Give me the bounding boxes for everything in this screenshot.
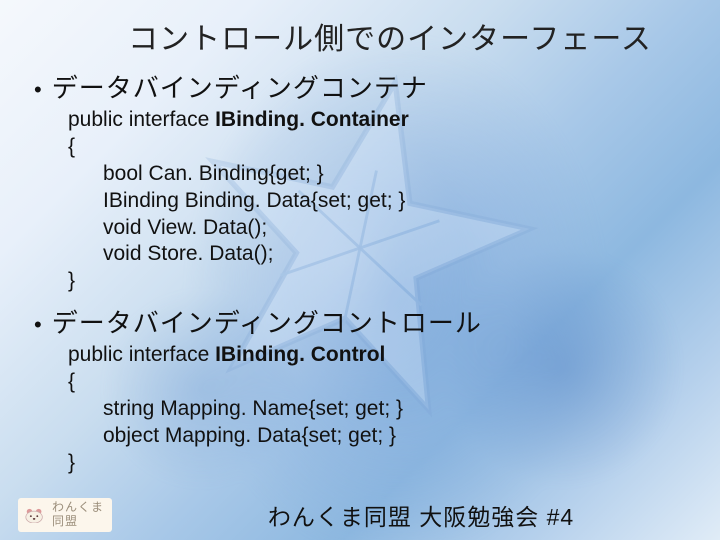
code-block: public interface IBinding. Container { b… <box>68 107 680 295</box>
logo-line-1: わんくま <box>52 500 104 514</box>
list-item: • データバインディングコンテナ public interface IBindi… <box>40 68 680 295</box>
code-line: object Mapping. Data{set; get; } <box>68 424 396 447</box>
bullet-list: • データバインディングコンテナ public interface IBindi… <box>40 68 680 477</box>
slide-footer: わんくま 同盟 わんくま同盟 大阪勉強会 #4 <box>0 498 720 532</box>
code-line: IBinding Binding. Data{set; get; } <box>68 189 405 212</box>
bullet-heading: データバインディングコントロール <box>52 303 482 340</box>
bear-icon <box>24 507 46 523</box>
bullet-marker: • <box>34 314 42 336</box>
list-item: • データバインディングコントロール public interface IBin… <box>40 303 680 476</box>
code-line: { <box>68 370 75 393</box>
code-keyword: public interface <box>68 108 215 131</box>
slide-title: コントロール側でのインターフェース <box>100 14 680 58</box>
code-line: } <box>68 451 75 474</box>
code-line: bool Can. Binding{get; } <box>68 162 324 185</box>
footer-event-title: わんくま同盟 大阪勉強会 #4 <box>152 498 690 532</box>
code-interface-name: IBinding. Control <box>215 343 385 366</box>
code-interface-name: IBinding. Container <box>215 108 409 131</box>
code-line: } <box>68 269 75 292</box>
code-block: public interface IBinding. Control { str… <box>68 342 680 476</box>
code-keyword: public interface <box>68 343 215 366</box>
code-line: void View. Data(); <box>68 216 267 239</box>
code-line: void Store. Data(); <box>68 242 273 265</box>
logo-text: わんくま 同盟 <box>52 501 104 529</box>
code-line: { <box>68 135 75 158</box>
bullet-heading: データバインディングコンテナ <box>52 68 428 105</box>
code-line: string Mapping. Name{set; get; } <box>68 397 403 420</box>
logo-badge: わんくま 同盟 <box>18 498 112 532</box>
logo-line-2: 同盟 <box>52 514 78 528</box>
bullet-marker: • <box>34 79 42 101</box>
